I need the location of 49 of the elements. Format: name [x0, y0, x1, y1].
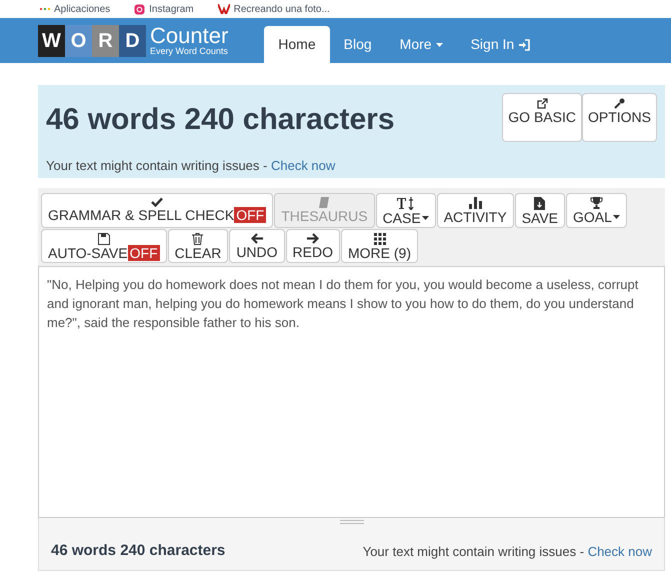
logo-tagline: Every Word Counts	[150, 47, 228, 56]
nav-link[interactable]: More	[386, 26, 457, 63]
toolbar-button[interactable]: ACTIVITY	[436, 193, 514, 228]
word-count-title: 46 words 240 characters	[46, 102, 395, 138]
caret-icon	[422, 216, 429, 220]
go-basic-button[interactable]: GO BASIC	[502, 93, 582, 142]
writing-issues-notice: Your text might contain writing issues - Check now	[46, 157, 336, 175]
nav-link[interactable]: Blog	[330, 26, 386, 63]
left-arrow-icon	[250, 233, 263, 244]
trash-icon	[192, 233, 204, 245]
logo-mark: W O R D	[38, 24, 146, 56]
check-now-link[interactable]: Check now	[270, 158, 336, 173]
bookmark-link[interactable]: Recreando una foto...	[218, 2, 330, 16]
toolbar-button[interactable]: SAVE	[514, 193, 566, 228]
toolbar-button[interactable]: CLEAR	[168, 229, 228, 263]
bookmark-link[interactable]: Instagram	[134, 2, 194, 16]
toolbar-button[interactable]: AUTO-SAVE OFF	[41, 229, 167, 263]
right-arrow-icon	[306, 233, 319, 244]
writing-issues-notice: Your text might contain writing issues - Check now	[362, 542, 652, 561]
check-now-link[interactable]: Check now	[588, 544, 652, 558]
text-case-icon	[396, 197, 415, 210]
resize-handle[interactable]	[340, 520, 364, 524]
toolbar-button[interactable]: REDO	[286, 229, 340, 263]
options-button[interactable]: OPTIONS	[582, 93, 657, 142]
caret-icon	[612, 215, 620, 219]
trophy-icon	[590, 197, 603, 209]
camera-icon	[134, 4, 146, 14]
off-badge: OFF	[234, 207, 266, 223]
grid-icon	[374, 233, 386, 245]
toolbar-button[interactable]: CASE	[376, 193, 436, 228]
file-download-icon	[534, 197, 546, 210]
toolbar-button[interactable]: MORE (9)	[341, 229, 418, 263]
bookmark-link[interactable]: Aplicaciones	[40, 2, 110, 16]
caret-icon	[436, 42, 443, 46]
off-badge: OFF	[128, 245, 160, 261]
logo-name: Counter	[150, 25, 228, 47]
apps-icon	[40, 6, 50, 12]
word-count: 46 words 240 characters	[51, 541, 226, 561]
toolbar-button[interactable]: UNDO	[229, 229, 285, 263]
external-link-icon	[536, 98, 548, 109]
checkmark-icon	[151, 197, 164, 207]
nav-link[interactable]: Sign In	[456, 26, 544, 63]
sign-in-icon	[518, 38, 530, 50]
bar-chart-icon	[468, 197, 482, 209]
nav-link[interactable]: Home	[264, 26, 330, 63]
toolbar-button[interactable]: GRAMMAR & SPELL CHECK OFF	[41, 193, 274, 228]
text-editor[interactable]: "No, Helping you do homework does not mean I do them for you, you would become a useless, corrupt and ignorant man, helping you do homework means I show to you how to do them, do you understand me?", said the responsible father to his son.	[38, 266, 665, 518]
toolbar-button[interactable]: GOAL	[566, 193, 627, 228]
logo-icon	[218, 4, 230, 14]
